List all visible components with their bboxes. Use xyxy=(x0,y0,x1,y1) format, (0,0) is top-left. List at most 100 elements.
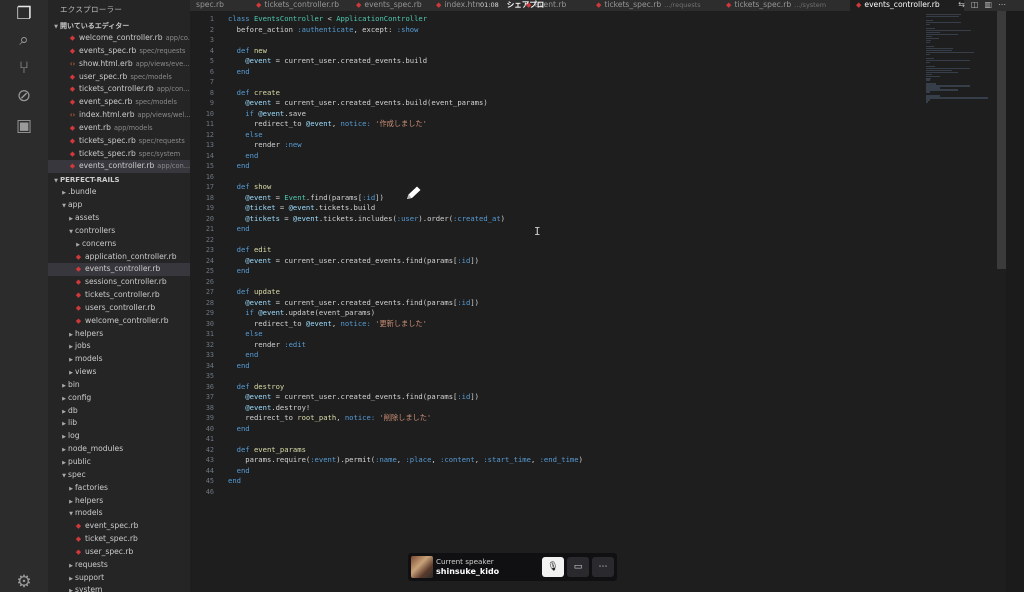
tree-file[interactable]: ◆ event_spec.rb xyxy=(48,520,190,533)
debug-icon[interactable]: ⊘ xyxy=(14,86,34,106)
tree-file[interactable]: ◆ events_controller.rb xyxy=(48,263,190,277)
tree-folder[interactable]: ▶ factories xyxy=(48,482,190,495)
tree-folder[interactable]: ▶ log xyxy=(48,430,190,443)
tree-folder[interactable]: ▶ db xyxy=(48,405,190,418)
tree-folder[interactable]: ▶ public xyxy=(48,456,190,469)
editor-tab[interactable]: ◆ tickets_spec.rb .../system xyxy=(720,0,838,11)
tree-folder[interactable]: ▶ views xyxy=(48,366,190,379)
more-options-button[interactable]: ⋯ xyxy=(592,557,614,577)
tree-folder[interactable]: ▶ assets xyxy=(48,212,190,225)
open-editor-item[interactable]: ◆ tickets_spec.rb spec/system xyxy=(48,148,190,161)
tree-folder[interactable]: ▶ system xyxy=(48,584,190,592)
tree-folder[interactable]: ▶ requests xyxy=(48,559,190,572)
tree-file[interactable]: ◆ tickets_controller.rb xyxy=(48,289,190,302)
tree-file[interactable]: ◆ welcome_controller.rb xyxy=(48,315,190,328)
preview-icon[interactable]: ◫ xyxy=(971,0,979,9)
editor-tab[interactable]: ◆index.html xyxy=(430,0,480,11)
tree-file[interactable]: ◆ application_controller.rb xyxy=(48,251,190,264)
tree-folder[interactable]: ▶ bin xyxy=(48,379,190,392)
tree-folder[interactable]: ▶ config xyxy=(48,392,190,405)
editor-tab[interactable]: ◆ events_controller.rb xyxy=(850,0,964,11)
tree-folder[interactable]: ▼ spec xyxy=(48,469,190,482)
code-token: else xyxy=(228,329,263,338)
compare-icon[interactable]: ⇆ xyxy=(958,0,965,9)
extensions-icon[interactable]: ▣ xyxy=(14,116,34,136)
file-tree: ▶ .bundle ▼ app ▶ assets ▼ controllers ▶ concerns… xyxy=(48,186,190,592)
code-line: 6 end xyxy=(190,67,920,78)
tree-folder[interactable]: ▶ jobs xyxy=(48,340,190,353)
minimap[interactable] xyxy=(926,14,996,103)
open-editor-item[interactable]: ◆welcome_controller.rbapp/co... xyxy=(48,32,190,45)
code-line: 45 end xyxy=(190,476,920,487)
code-token: new xyxy=(253,45,267,55)
tab-label: tickets_spec.rb xyxy=(604,0,662,9)
code-token: if xyxy=(228,108,259,118)
microphone-button[interactable]: 🎙 xyxy=(542,557,564,577)
editor-tab[interactable]: ◆ events_spec.rb xyxy=(350,0,428,11)
tree-file[interactable]: ◆ users_controller.rb xyxy=(48,302,190,315)
code-token: .tickets.build xyxy=(314,203,376,212)
code-token: :start_time xyxy=(483,455,531,464)
project-header[interactable]: ▼ PERFECT-RAILS xyxy=(48,174,190,186)
code-token: :id xyxy=(457,297,471,307)
settings-gear-icon[interactable]: ⚙ xyxy=(14,572,34,592)
code-editor[interactable]: 1 class EventsController < ApplicationCon… xyxy=(190,11,1000,592)
editor-tab[interactable]: ◆ tickets_spec.rb .../requests xyxy=(590,0,712,11)
tree-item-label: users_controller.rb xyxy=(85,302,156,312)
code-token: , xyxy=(331,318,341,328)
chevron-right-icon: ▶ xyxy=(62,434,66,441)
editor-tab[interactable]: spec.rb xyxy=(190,0,238,11)
open-editor-item[interactable]: ◆ user_spec.rb spec/models xyxy=(48,71,190,84)
file-path: spec/models xyxy=(135,98,177,107)
line-number: 1 xyxy=(209,15,214,23)
search-icon[interactable]: ⌕ xyxy=(14,30,34,50)
file-path: spec/models xyxy=(130,72,172,81)
code-token: ]) xyxy=(470,255,479,265)
tree-item-label: events_controller.rb xyxy=(85,264,161,274)
open-editor-item[interactable]: ‹› show.html.erb app/views/eve... xyxy=(48,58,190,71)
tree-folder[interactable]: ▶ concerns xyxy=(48,238,190,251)
tree-item-label: views xyxy=(75,367,97,377)
chevron-down-icon: ▼ xyxy=(54,178,58,185)
open-editor-item[interactable]: ◆ tickets_spec.rb spec/requests xyxy=(48,135,190,148)
tree-file[interactable]: ◆ sessions_controller.rb xyxy=(48,276,190,289)
open-editor-item[interactable]: ◆ event_spec.rb spec/models xyxy=(48,96,190,109)
tree-folder[interactable]: ▶ models xyxy=(48,353,190,366)
tree-folder[interactable]: ▶ .bundle xyxy=(48,186,190,199)
open-editors-header[interactable]: ▼ 開いているエディター xyxy=(48,20,190,32)
ruby-file-icon: ◆ xyxy=(69,46,76,55)
open-editor-item[interactable]: ‹› index.html.erb app/views/wel... xyxy=(48,109,190,122)
code-lines[interactable]: 1 class EventsController < ApplicationCon… xyxy=(190,14,920,497)
open-editor-item[interactable]: ◆ events_controller.rb app/con... xyxy=(48,160,190,174)
tree-folder[interactable]: ▼ controllers xyxy=(48,225,190,238)
split-editor-icon[interactable]: ▥ xyxy=(984,0,992,9)
tree-folder[interactable]: ▶ helpers xyxy=(48,328,190,341)
more-icon[interactable]: ⋯ xyxy=(998,0,1006,9)
source-control-icon[interactable]: ⑂ xyxy=(14,58,34,78)
tree-folder[interactable]: ▼ models xyxy=(48,507,190,520)
camera-button[interactable]: ▭ xyxy=(567,557,589,577)
tree-folder[interactable]: ▼ app xyxy=(48,199,190,212)
tree-folder[interactable]: ▶ support xyxy=(48,572,190,585)
code-line: 7 xyxy=(190,77,920,88)
pencil-cursor-icon xyxy=(404,185,424,201)
editor-scrollbar[interactable] xyxy=(997,11,1006,269)
tree-folder[interactable]: ▶ lib xyxy=(48,417,190,430)
open-editor-item[interactable]: ◆ tickets_controller.rb app/con... xyxy=(48,83,190,96)
open-editor-item[interactable]: ◆ event.rb app/models xyxy=(48,122,190,135)
file-name: event_spec.rb xyxy=(79,97,133,107)
tree-item-label: ticket_spec.rb xyxy=(85,534,138,544)
code-line: 10 if @event.save xyxy=(190,109,920,120)
editor-tab[interactable]: ◆ tickets_controller.rb xyxy=(250,0,342,11)
tree-folder[interactable]: ▶ node_modules xyxy=(48,443,190,456)
code-token: :created_at xyxy=(453,213,501,223)
chevron-right-icon: ▶ xyxy=(69,370,73,377)
tree-folder[interactable]: ▶ helpers xyxy=(48,495,190,508)
line-number: 23 xyxy=(205,246,214,254)
open-editor-item[interactable]: ◆ events_spec.rb spec/requests xyxy=(48,45,190,58)
tree-file[interactable]: ◆ ticket_spec.rb xyxy=(48,533,190,546)
files-icon[interactable]: ❐ xyxy=(14,4,34,24)
code-token: , except: xyxy=(353,24,397,34)
tree-file[interactable]: ◆ user_spec.rb xyxy=(48,546,190,559)
code-token: render xyxy=(228,140,285,149)
